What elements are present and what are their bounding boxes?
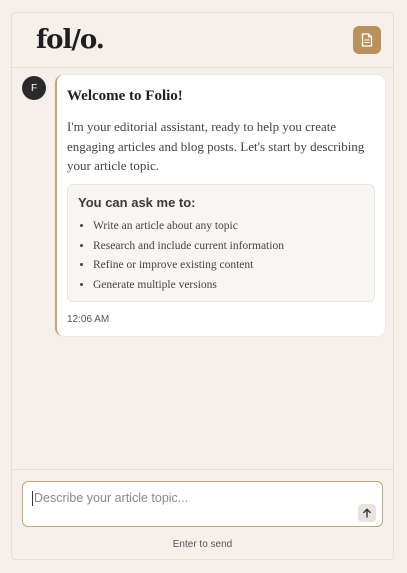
- logo: fol/o.: [36, 25, 105, 55]
- documents-button[interactable]: [353, 26, 381, 54]
- send-button[interactable]: [358, 504, 376, 522]
- assistant-avatar: F: [22, 76, 46, 100]
- capability-item: Generate multiple versions: [93, 276, 284, 296]
- capability-item: Refine or improve existing content: [93, 256, 284, 276]
- capability-item: Research and include current information: [93, 237, 284, 257]
- send-hint: Enter to send: [172, 539, 233, 550]
- arrow-up-icon: [363, 508, 371, 518]
- assistant-message: Welcome to Folio! I'm your editorial ass…: [55, 75, 385, 336]
- capability-item: Write an article about any topic: [93, 217, 284, 237]
- composer: Enter to send: [12, 469, 393, 562]
- capabilities-list: Write an article about any topic Researc…: [78, 217, 284, 295]
- chat-window: fol/o. F Welcome to Folio! I'm your edit…: [11, 12, 394, 560]
- header: fol/o.: [12, 13, 393, 68]
- document-icon: [361, 33, 373, 47]
- topic-input-box[interactable]: [22, 481, 383, 527]
- message-timestamp: 12:06 AM: [67, 314, 110, 325]
- topic-input[interactable]: [32, 490, 336, 506]
- message-body: I'm your editorial assistant, ready to h…: [67, 119, 365, 173]
- capabilities-card: You can ask me to: Write an article abou…: [67, 184, 375, 302]
- message-title: Welcome to Folio!: [67, 88, 183, 104]
- capabilities-title: You can ask me to:: [78, 195, 196, 210]
